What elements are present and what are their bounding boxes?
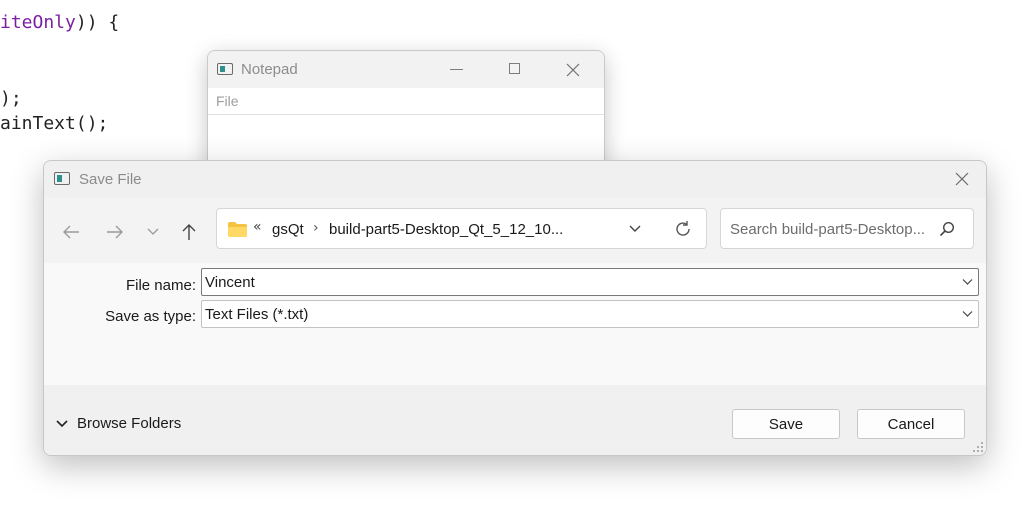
breadcrumb-segment-gsqt[interactable]: gsQt xyxy=(272,221,304,238)
app-icon xyxy=(54,172,70,185)
search-icon[interactable] xyxy=(939,221,955,237)
file-name-label: File name: xyxy=(125,277,196,294)
save-as-type-select[interactable]: Text Files (*.txt) xyxy=(201,300,979,328)
dialog-titlebar[interactable]: Save File xyxy=(44,161,986,197)
arrow-up-icon xyxy=(182,224,196,240)
address-bar[interactable]: « gsQt › build-part5-Desktop_Qt_5_12_10.… xyxy=(216,208,707,249)
resize-grip-icon[interactable] xyxy=(972,441,984,453)
code-line-1: iteOnly)) { xyxy=(0,12,119,34)
notepad-titlebar[interactable]: Notepad xyxy=(208,51,604,88)
recent-locations-button[interactable] xyxy=(136,217,170,247)
save-button[interactable]: Save xyxy=(732,409,840,439)
code-line-2: ); xyxy=(0,88,22,109)
arrow-right-icon xyxy=(107,225,123,239)
dialog-title: Save File xyxy=(79,171,142,188)
chevron-down-icon[interactable] xyxy=(962,310,973,318)
arrow-left-icon xyxy=(63,225,79,239)
code-text: )) { xyxy=(75,12,120,33)
breadcrumb-segment-build[interactable]: build-part5-Desktop_Qt_5_12_10... xyxy=(329,221,563,238)
notepad-menubar: File xyxy=(208,88,604,115)
code-line-3: ainText(); xyxy=(0,113,109,134)
minimize-button[interactable] xyxy=(428,51,486,88)
file-name-value[interactable]: Vincent xyxy=(205,274,255,291)
chevron-down-icon xyxy=(56,419,68,427)
breadcrumb-separator[interactable]: › xyxy=(313,220,319,236)
back-button[interactable] xyxy=(54,217,88,247)
refresh-icon[interactable] xyxy=(674,220,692,238)
dialog-close-button[interactable] xyxy=(940,161,986,197)
app-icon xyxy=(217,63,233,75)
file-name-field[interactable]: Vincent xyxy=(201,268,979,296)
notepad-title: Notepad xyxy=(241,61,298,78)
chevron-down-icon[interactable] xyxy=(962,278,973,286)
close-icon xyxy=(955,172,969,186)
breadcrumb-overflow[interactable]: « xyxy=(253,219,262,235)
menu-file[interactable]: File xyxy=(216,93,239,109)
browse-folders-toggle[interactable]: Browse Folders xyxy=(56,415,181,432)
chevron-down-icon xyxy=(147,228,159,235)
close-icon xyxy=(566,63,580,77)
browse-folders-label: Browse Folders xyxy=(77,415,182,432)
forward-button[interactable] xyxy=(98,217,132,247)
chevron-down-icon[interactable] xyxy=(627,221,643,237)
search-input[interactable]: Search build-part5-Desktop... xyxy=(730,221,925,238)
maximize-button[interactable] xyxy=(486,51,544,88)
folder-icon xyxy=(228,222,247,237)
code-keyword: iteOnly xyxy=(0,12,76,33)
search-box[interactable]: Search build-part5-Desktop... xyxy=(720,208,974,249)
close-button[interactable] xyxy=(544,51,602,88)
save-as-type-value[interactable]: Text Files (*.txt) xyxy=(205,306,308,323)
save-as-type-label: Save as type: xyxy=(105,308,196,325)
dialog-footer: Browse Folders Save Cancel xyxy=(44,385,986,455)
save-file-dialog: Save File « gsQt › build-part5-Desktop_Q… xyxy=(43,160,987,456)
up-button[interactable] xyxy=(172,217,206,247)
cancel-button[interactable]: Cancel xyxy=(857,409,965,439)
